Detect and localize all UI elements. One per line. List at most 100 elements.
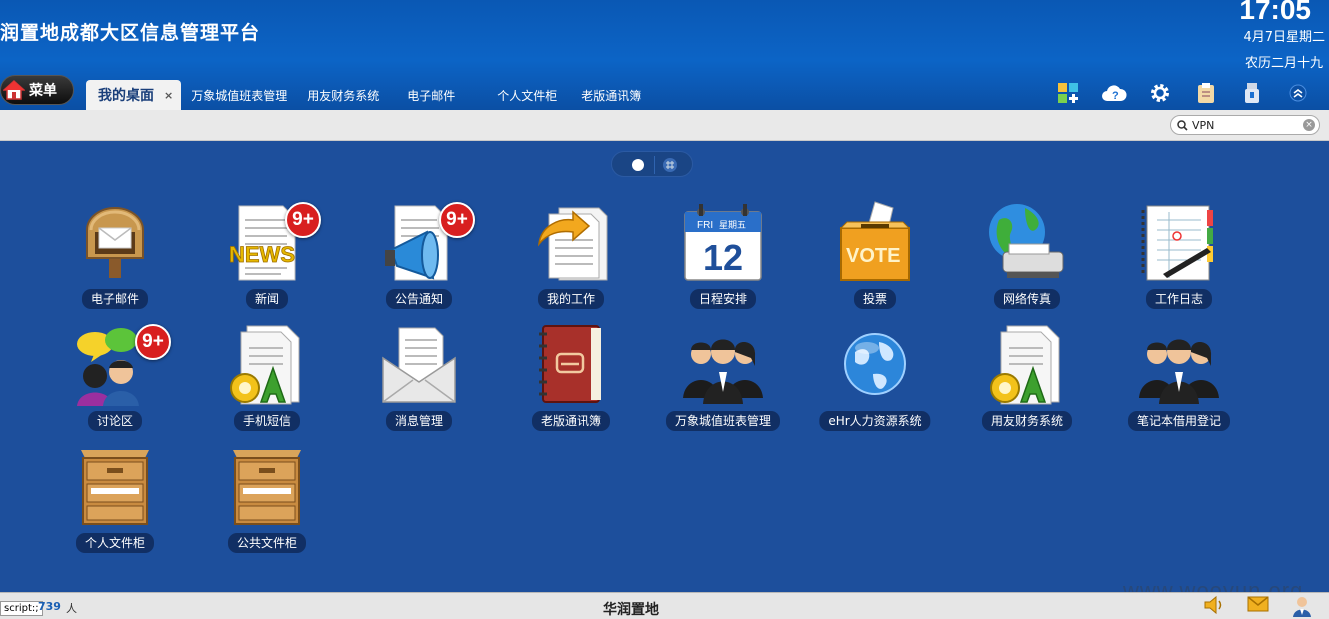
- app-yonyou-finance[interactable]: 用友财务系统: [957, 312, 1097, 431]
- header-bar: 润置地成都大区信息管理平台 17:05 4月7日星期二 农历二月十九 菜单 我的…: [0, 0, 1329, 110]
- app-label: 老版通讯簿: [531, 411, 611, 431]
- add-app-icon[interactable]: [1045, 80, 1091, 106]
- app-public-cabinet[interactable]: 公共文件柜: [197, 434, 337, 553]
- app-message-management[interactable]: 消息管理: [349, 312, 489, 431]
- cabinet-icon: [233, 450, 301, 525]
- tab-my-desktop[interactable]: 我的桌面 ×: [86, 80, 182, 110]
- online-unit-label: 人: [66, 602, 77, 615]
- gear-icon[interactable]: [1137, 80, 1183, 106]
- work-documents-icon: [537, 207, 608, 281]
- calendar-icon: FRI 星期五 12: [684, 204, 762, 281]
- tab-address-book[interactable]: 老版通讯簿: [571, 80, 651, 110]
- app-laptop-loan[interactable]: 笔记本借用登记: [1109, 312, 1249, 431]
- app-label: 新闻: [245, 289, 289, 309]
- unread-badge: 9+: [439, 202, 475, 238]
- svg-text:12: 12: [703, 237, 743, 278]
- people-group-icon: [683, 339, 763, 404]
- app-discussion[interactable]: 9+ 讨论区: [45, 312, 185, 431]
- search-box: ×: [1170, 115, 1320, 135]
- unread-badge: 9+: [135, 324, 171, 360]
- oa-doc-icon: [230, 325, 300, 405]
- app-label: 讨论区: [87, 411, 143, 431]
- grid-view-icon[interactable]: [662, 157, 678, 173]
- user-icon[interactable]: [1291, 595, 1313, 617]
- mail-icon[interactable]: [1247, 595, 1269, 613]
- tab-finance-system[interactable]: 用友财务系统: [297, 80, 393, 110]
- search-input[interactable]: [1192, 118, 1300, 132]
- search-icon: [1177, 119, 1188, 131]
- tab-label: 我的桌面: [98, 88, 154, 104]
- start-menu-button[interactable]: 菜单: [0, 75, 74, 105]
- collapse-up-icon[interactable]: [1275, 80, 1321, 106]
- footer-icons: [1203, 595, 1313, 617]
- app-old-address-book[interactable]: 老版通讯簿: [501, 312, 641, 431]
- clipboard-icon[interactable]: [1183, 80, 1229, 106]
- app-announcements[interactable]: 9+ 公告通知: [349, 190, 489, 309]
- tab-bar: 我的桌面 × 万象城值班表管理 用友财务系统 电子邮件 个人文件柜 老版通讯簿: [86, 80, 651, 110]
- speaker-icon[interactable]: [1203, 595, 1225, 615]
- app-label: eHr人力资源系统: [819, 411, 931, 431]
- tab-close-icon[interactable]: ×: [164, 89, 173, 102]
- svg-text:VOTE: VOTE: [846, 245, 900, 267]
- app-label: 个人文件柜: [75, 533, 155, 553]
- app-label: 日程安排: [689, 289, 757, 309]
- app-label: 用友财务系统: [981, 411, 1073, 431]
- globe-fax-icon: [989, 204, 1064, 278]
- app-ehr-system[interactable]: eHr人力资源系统: [805, 312, 945, 431]
- home-icon: [3, 79, 25, 100]
- app-personal-cabinet[interactable]: 个人文件柜: [45, 434, 185, 553]
- globe-icon: [844, 333, 906, 395]
- envelope-icon: [382, 327, 456, 403]
- search-strip: ×: [0, 110, 1329, 141]
- menu-label: 菜单: [29, 83, 57, 99]
- mailbox-icon: [86, 207, 144, 278]
- app-label: 网络传真: [993, 289, 1061, 309]
- app-email[interactable]: 电子邮件: [45, 190, 185, 309]
- address-book-icon: [539, 325, 601, 403]
- date-text: 4月7日星期二: [1243, 30, 1325, 45]
- status-bar: script:; 739 人 华润置地: [0, 592, 1329, 619]
- usb-icon[interactable]: [1229, 80, 1275, 106]
- clock: 17:05: [1239, 0, 1311, 25]
- app-label: 投票: [853, 289, 897, 309]
- app-label: 公告通知: [385, 289, 453, 309]
- app-label: 消息管理: [385, 411, 453, 431]
- svg-text:NEWS: NEWS: [229, 242, 295, 267]
- app-sms[interactable]: 手机短信: [197, 312, 337, 431]
- desktop-area: 电子邮件 NEWS 9+ 新闻 9+ 公告通知 我的工作 FRI 星期五 12 …: [0, 190, 1329, 590]
- tab-email[interactable]: 电子邮件: [393, 80, 483, 110]
- online-user-count[interactable]: 739: [38, 600, 61, 613]
- svg-text:星期五: 星期五: [719, 220, 746, 231]
- app-news[interactable]: NEWS 9+ 新闻: [197, 190, 337, 309]
- app-label: 我的工作: [537, 289, 605, 309]
- cloud-help-icon[interactable]: ?: [1091, 80, 1137, 106]
- unread-badge: 9+: [285, 202, 321, 238]
- toolbar: ?: [1045, 80, 1321, 106]
- app-label: 工作日志: [1145, 289, 1213, 309]
- company-name: 华润置地: [603, 602, 659, 618]
- page-dot-active[interactable]: [632, 159, 644, 171]
- tab-personal-cabinet[interactable]: 个人文件柜: [483, 80, 571, 110]
- app-label: 万象城值班表管理: [665, 411, 781, 431]
- oa-doc-icon: [990, 325, 1060, 405]
- app-my-work[interactable]: 我的工作: [501, 190, 641, 309]
- clear-search-icon[interactable]: ×: [1303, 119, 1315, 131]
- app-calendar[interactable]: FRI 星期五 12 日程安排: [653, 190, 793, 309]
- app-work-log[interactable]: 工作日志: [1109, 190, 1249, 309]
- app-vote[interactable]: VOTE 投票: [805, 190, 945, 309]
- app-label: 笔记本借用登记: [1127, 411, 1231, 431]
- app-web-fax[interactable]: 网络传真: [957, 190, 1097, 309]
- app-label: 电子邮件: [81, 289, 149, 309]
- link-status-tooltip: script:;: [0, 601, 43, 616]
- people-group-icon: [1139, 339, 1219, 404]
- app-label: 手机短信: [233, 411, 301, 431]
- app-wanxiang-duty-schedule[interactable]: 万象城值班表管理: [653, 312, 793, 431]
- app-title: 润置地成都大区信息管理平台: [0, 22, 261, 44]
- desktop-pager: [611, 151, 693, 177]
- app-label: 公共文件柜: [227, 533, 307, 553]
- svg-text:FRI: FRI: [697, 220, 713, 231]
- tab-duty-schedule[interactable]: 万象城值班表管理: [181, 80, 297, 110]
- svg-text:?: ?: [1112, 90, 1119, 102]
- notebook-icon: [1141, 205, 1213, 281]
- cabinet-icon: [81, 450, 149, 525]
